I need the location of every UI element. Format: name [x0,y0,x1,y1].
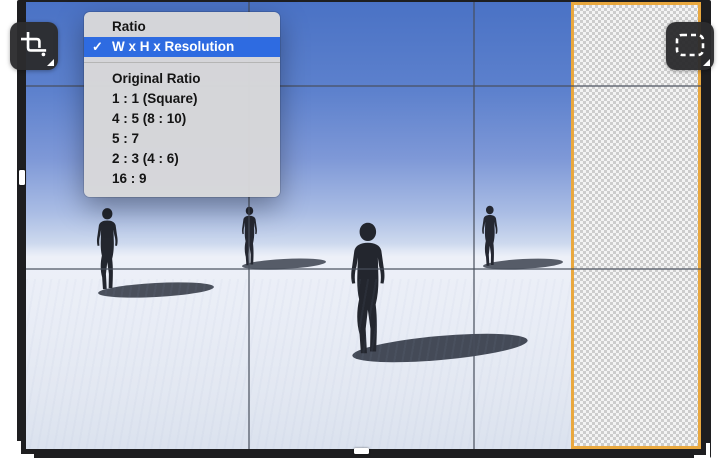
marquee-icon [674,29,706,64]
grid-line-horizontal-2 [26,268,701,270]
menu-item-5-7[interactable]: 5 : 7 [84,129,280,149]
checkmark-icon: ✓ [92,39,103,54]
mannequin-figure [482,205,498,266]
menu-item-16-9[interactable]: 16 : 9 [84,169,280,189]
crop-tool-button[interactable] [10,22,58,70]
crop-icon [20,31,47,61]
selection-tool-button[interactable] [666,22,714,70]
flyout-indicator [47,59,54,66]
crop-handle-left-middle[interactable] [19,170,25,185]
figure-shadow [98,282,214,298]
ratio-menu: Ratio ✓ W x H x Resolution Original Rati… [84,12,280,197]
menu-separator [84,62,280,63]
menu-item-wxh-resolution[interactable]: ✓ W x H x Resolution [84,37,280,57]
menu-item-2-3[interactable]: 2 : 3 (4 : 6) [84,149,280,169]
crop-editor: Ratio ✓ W x H x Resolution Original Rati… [0,0,720,460]
mannequin-figure [96,208,118,290]
crop-handle-bottom-middle[interactable] [354,448,369,454]
menu-header-ratio: Ratio [112,19,146,34]
menu-item-1-1-square[interactable]: 1 : 1 (Square) [84,89,280,109]
figure-shadow [352,333,528,363]
mannequin-figure [351,222,385,354]
grid-line-vertical-2 [473,2,475,449]
flyout-indicator [703,59,710,66]
selection-handle-bottom-right[interactable] [694,443,710,459]
menu-item-4-5[interactable]: 4 : 5 (8 : 10) [84,109,280,129]
menu-item-original-ratio[interactable]: Original Ratio [84,69,280,89]
crop-handle-bottom-left[interactable] [17,441,34,458]
